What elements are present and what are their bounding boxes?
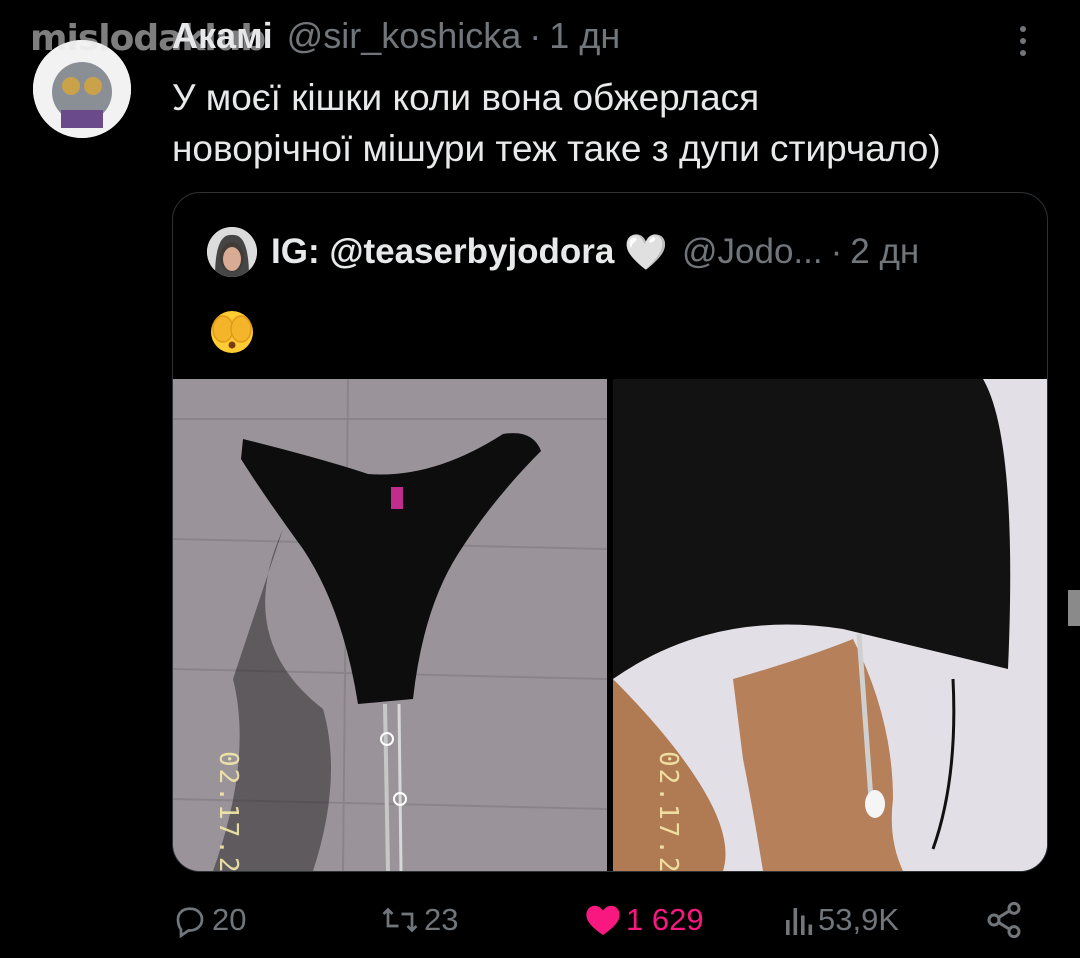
quote-header: IG: @teaserbyjodora 🤍 @Jodo... · 2 дн — [271, 229, 919, 275]
retweet-icon — [382, 907, 418, 933]
watermark-text: mislodaklub — [30, 18, 266, 59]
quote-avatar-image — [207, 227, 257, 277]
quoted-tweet[interactable]: IG: @teaserbyjodora 🤍 @Jodo... · 2 дн 02… — [172, 192, 1048, 872]
like-button[interactable]: 1 629 — [584, 896, 704, 944]
like-count: 1 629 — [626, 902, 704, 937]
reply-icon — [176, 907, 204, 938]
reply-button[interactable]: 20 — [172, 896, 246, 944]
more-icon[interactable] — [1016, 26, 1030, 66]
tweet-text-line: новорічної мішури теж таке з дупи стирча… — [172, 128, 941, 169]
attached-image-right[interactable]: 02.17.24 — [613, 379, 1047, 871]
quote-author-avatar[interactable] — [207, 227, 257, 277]
views-count: 53,9K — [818, 902, 900, 937]
tweet-time[interactable]: 1 дн — [549, 15, 620, 57]
peeking-face-emoji — [207, 305, 257, 355]
like-icon — [586, 905, 620, 936]
separator: · — [529, 15, 542, 56]
share-button[interactable] — [984, 896, 1028, 944]
author-handle[interactable]: @sir_koshicka — [287, 15, 522, 57]
separator: · — [830, 232, 843, 271]
scroll-indicator[interactable] — [1068, 590, 1080, 626]
tweet-actions: 20 23 1 629 53,9K — [172, 896, 1030, 944]
reply-count: 20 — [212, 902, 247, 937]
attached-image-left[interactable]: 02.17.24 — [173, 379, 607, 871]
retweet-count: 23 — [424, 902, 459, 937]
quote-time[interactable]: 2 дн — [850, 232, 919, 272]
tweet-text: У моєї кішки коли вона обжерлася новоріч… — [172, 72, 1052, 174]
views-icon — [786, 908, 813, 935]
photo-date-stamp: 02.17.24 — [213, 751, 243, 871]
retweet-button[interactable]: 23 — [380, 896, 458, 944]
quote-author-handle[interactable]: @Jodo... — [682, 232, 823, 272]
views-button[interactable]: 53,9K — [782, 896, 899, 944]
photo-date-stamp: 02.17.24 — [653, 751, 683, 871]
share-icon — [987, 901, 1021, 939]
quote-author-name[interactable]: IG: @teaserbyjodora — [271, 232, 614, 272]
white-heart-emoji: 🤍 — [624, 232, 668, 272]
tweet-text-line: У моєї кішки коли вона обжерлася — [172, 77, 760, 118]
